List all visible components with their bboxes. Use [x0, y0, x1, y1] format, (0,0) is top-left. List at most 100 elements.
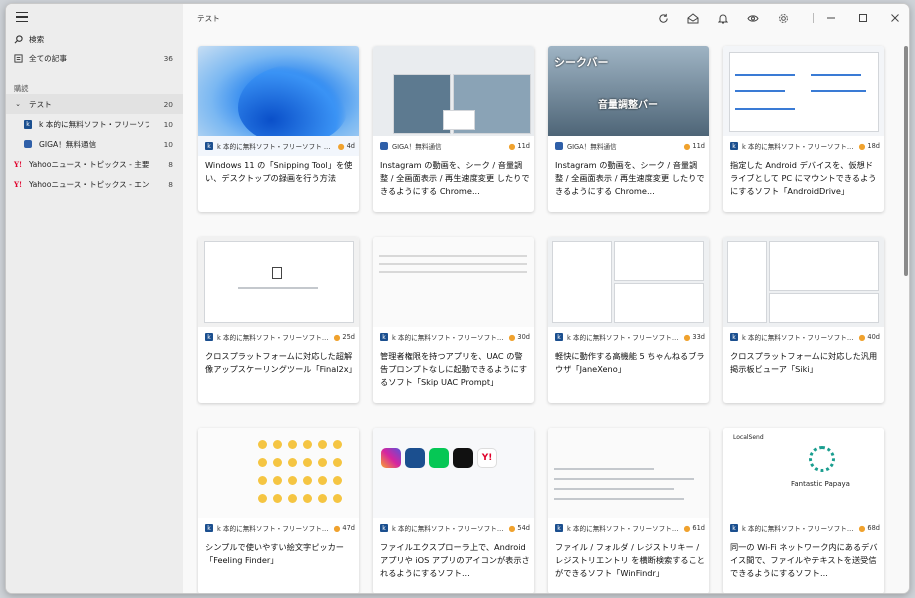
- search-item[interactable]: 検索: [6, 29, 183, 49]
- article-source: k 本的に無料ソフト・フリーソフト 更...: [392, 334, 505, 342]
- unread-dot: ●: [683, 523, 691, 533]
- unread-count: 36: [163, 53, 173, 63]
- article-card[interactable]: シークバー 音量調整バー GIGA！無料通信 ● 11d Instagram の…: [548, 46, 709, 212]
- article-source: GIGA！無料通信: [392, 143, 442, 151]
- mark-all-read-icon[interactable]: [686, 11, 700, 25]
- article-source: k 本的に無料ソフト・フリーソフト 更...: [567, 525, 680, 533]
- thumb-caption: シークバー: [554, 56, 609, 69]
- sidebar-item-test-group[interactable]: ⌄ テスト 20: [6, 94, 183, 114]
- k-feed-icon: k: [730, 142, 738, 150]
- article-thumbnail: [198, 428, 359, 518]
- article-age: 18d: [867, 142, 880, 150]
- minimize-icon[interactable]: [824, 11, 838, 25]
- unread-count: 10: [163, 139, 173, 149]
- sidebar-item-label: 全ての記事: [29, 53, 67, 63]
- close-icon[interactable]: [888, 11, 902, 25]
- article-source: k 本的に無料ソフト・フリーソフト 更...: [567, 334, 680, 342]
- gear-icon[interactable]: [776, 11, 790, 25]
- article-age: 30d: [517, 333, 530, 341]
- unread-dot: ●: [508, 141, 516, 151]
- article-thumbnail: [723, 237, 884, 327]
- article-meta: k k 本的に無料ソフト・フリーソフト 更... ● 68d: [723, 518, 884, 538]
- scrollbar[interactable]: [904, 46, 908, 276]
- article-meta: k k 本的に無料ソフト・フリーソフト 更... ● 47d: [198, 518, 359, 538]
- article-age: 47d: [342, 524, 355, 532]
- unread-count: 8: [168, 159, 173, 169]
- article-title: ファイルエクスプローラ上で、Android アプリや iOS アプリのアイコンが…: [380, 542, 530, 578]
- article-card[interactable]: k k 本的に無料ソフト・フリーソフト 更... ● 47d シンプルで使いやす…: [198, 428, 359, 593]
- sidebar-item-yahoo-main[interactable]: Y! Yahooニュース・トピックス - 主要 8: [6, 154, 183, 174]
- thumb-caption: 音量調整バー: [598, 100, 658, 111]
- article-title: シンプルで使いやすい絵文字ピッカー「Feeling Finder」: [205, 542, 344, 565]
- unread-dot: ●: [333, 332, 341, 342]
- giga-feed-icon: [380, 142, 388, 150]
- thumb-caption: LocalSend: [733, 434, 764, 441]
- sidebar-item-yahoo-entame[interactable]: Y! Yahooニュース・トピックス - エンタメ 8: [6, 174, 183, 194]
- article-card[interactable]: GIGA！無料通信 ● 11d Instagram の動画を、シーク / 音量調…: [373, 46, 534, 212]
- article-title: クロスプラットフォームに対応した汎用掲示板ビューア「Siki」: [730, 351, 878, 374]
- article-title: 指定した Android デバイスを、仮想ドライブとして PC にマウントできる…: [730, 160, 877, 196]
- article-card[interactable]: k k 本的に無料ソフト・フリーソフト 更新... ● 4d Windows 1…: [198, 46, 359, 212]
- unread-dot: ●: [683, 141, 691, 151]
- article-age: 40d: [867, 333, 880, 341]
- article-card[interactable]: k k 本的に無料ソフト・フリーソフト 更... ● 18d 指定した Andr…: [723, 46, 884, 212]
- hamburger-menu-icon[interactable]: [16, 12, 28, 22]
- article-age: 61d: [692, 524, 705, 532]
- article-card[interactable]: LocalSend Fantastic Papaya k k 本的に無料ソフト・…: [723, 428, 884, 593]
- article-card[interactable]: k k 本的に無料ソフト・フリーソフト 更... ● 33d 軽快に動作する高機…: [548, 237, 709, 403]
- article-age: 11d: [517, 142, 530, 150]
- eye-icon[interactable]: [746, 11, 760, 25]
- unread-dot: ●: [337, 141, 345, 151]
- chevron-down-icon[interactable]: ⌄: [11, 100, 25, 108]
- article-thumbnail: シークバー 音量調整バー: [548, 46, 709, 136]
- article-source: k 本的に無料ソフト・フリーソフト 更...: [742, 525, 855, 533]
- article-title: クロスプラットフォームに対応した超解像アップスケーリングツール「Final2x」: [205, 351, 355, 374]
- sidebar-item-label: GIGA！無料通信: [39, 139, 97, 149]
- search-label: 検索: [29, 34, 45, 44]
- sidebar-item-giga[interactable]: GIGA！無料通信 10: [6, 134, 183, 154]
- article-thumbnail: LocalSend Fantastic Papaya: [723, 428, 884, 518]
- article-age: 11d: [692, 142, 705, 150]
- article-title: Instagram の動画を、シーク / 音量調整 / 全画面表示 / 再生速度…: [555, 160, 705, 196]
- page-title: テスト: [197, 14, 220, 23]
- article-title: 同一の Wi-Fi ネットワーク内にあるデバイス間で、ファイルやテキストを送受信…: [730, 542, 878, 578]
- unread-dot: ●: [333, 523, 341, 533]
- article-card[interactable]: k k 本的に無料ソフト・フリーソフト 更... ● 61d ファイル / フォ…: [548, 428, 709, 593]
- main-pane: テスト k k 本的に無料ソフト・フリーソフト 更新... ● 4d Windo…: [183, 4, 909, 593]
- notification-bell-icon[interactable]: [716, 11, 730, 25]
- refresh-icon[interactable]: [656, 11, 670, 25]
- sidebar-item-all-articles[interactable]: 全ての記事 36: [6, 48, 183, 68]
- sidebar-item-forest-freesoft[interactable]: k k 本的に無料ソフト・フリーソフト 更新... 10: [6, 114, 183, 134]
- k-feed-icon: k: [380, 333, 388, 341]
- article-card[interactable]: k k 本的に無料ソフト・フリーソフト 更... ● 30d 管理者権限を持つア…: [373, 237, 534, 403]
- k-feed-icon: k: [730, 333, 738, 341]
- article-meta: k k 本的に無料ソフト・フリーソフト 更... ● 33d: [548, 327, 709, 347]
- sidebar-item-label: k 本的に無料ソフト・フリーソフト 更新...: [39, 119, 149, 129]
- article-title: 管理者権限を持つアプリを、UAC の警告プロンプトなしに起動できるようにするソフ…: [380, 351, 528, 387]
- article-card[interactable]: k k 本的に無料ソフト・フリーソフト 更... ● 40d クロスプラットフォ…: [723, 237, 884, 403]
- article-meta: GIGA！無料通信 ● 11d: [373, 136, 534, 156]
- toolbar-divider: [813, 13, 814, 23]
- article-card[interactable]: k k 本的に無料ソフト・フリーソフト 更... ● 25d クロスプラットフォ…: [198, 237, 359, 403]
- unread-dot: ●: [858, 523, 866, 533]
- article-source: k 本的に無料ソフト・フリーソフト 更...: [217, 334, 330, 342]
- article-title: Instagram の動画を、シーク / 音量調整 / 全画面表示 / 再生速度…: [380, 160, 530, 196]
- yahoo-feed-icon: Y!: [13, 159, 23, 169]
- article-source: k 本的に無料ソフト・フリーソフト 更新...: [217, 143, 334, 151]
- article-meta: k k 本的に無料ソフト・フリーソフト 更... ● 18d: [723, 136, 884, 156]
- unread-dot: ●: [858, 141, 866, 151]
- giga-feed-icon: [21, 140, 35, 148]
- article-card[interactable]: Y! k k 本的に無料ソフト・フリーソフト 更... ● 54d ファイルエク…: [373, 428, 534, 593]
- sidebar-item-label: テスト: [29, 99, 52, 109]
- unread-count: 8: [168, 179, 173, 189]
- article-thumbnail: Y!: [373, 428, 534, 518]
- article-thumbnail: [723, 46, 884, 136]
- unread-dot: ●: [508, 523, 516, 533]
- maximize-icon[interactable]: [856, 11, 870, 25]
- article-meta: k k 本的に無料ソフト・フリーソフト 更... ● 61d: [548, 518, 709, 538]
- article-thumbnail: [198, 237, 359, 327]
- unread-dot: ●: [858, 332, 866, 342]
- article-title: ファイル / フォルダ / レジストリキー / レジストリエントリ を横断検索す…: [555, 542, 705, 578]
- k-feed-icon: k: [205, 142, 213, 150]
- unread-dot: ●: [508, 332, 516, 342]
